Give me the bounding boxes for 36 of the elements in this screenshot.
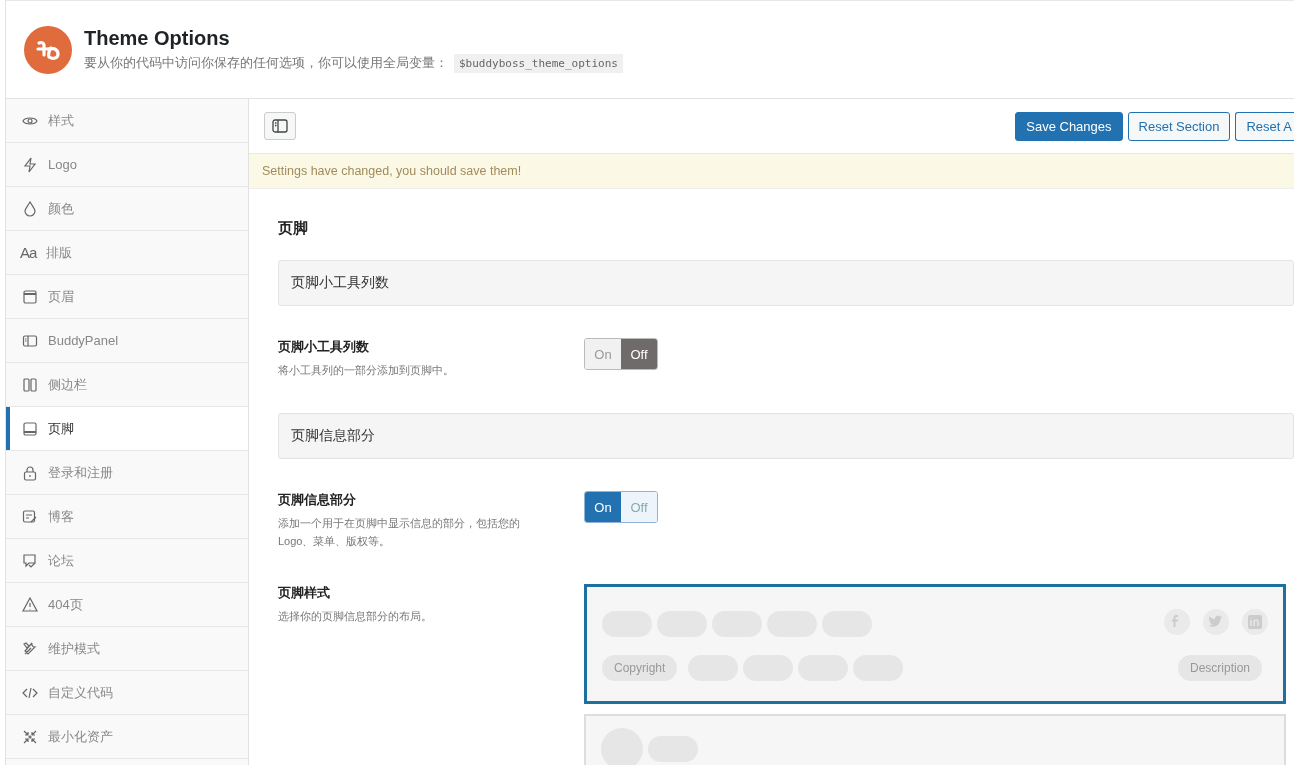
sidebar-item[interactable]: 404页 bbox=[6, 583, 248, 627]
sidebar-item[interactable]: 最小化资产 bbox=[6, 715, 248, 759]
section-heading: 页脚小工具列数 bbox=[278, 260, 1294, 306]
sidebar-item[interactable]: 论坛 bbox=[6, 539, 248, 583]
section-heading: 页脚信息部分 bbox=[278, 413, 1294, 459]
field-description: 选择你的页脚信息部分的布局。 bbox=[278, 609, 433, 624]
sidebar-item[interactable]: Logo bbox=[6, 143, 248, 187]
sidebar-item[interactable]: 自定义代码 bbox=[6, 671, 248, 715]
sidebar-item[interactable]: 页脚 bbox=[6, 407, 248, 451]
field-label: 页脚信息部分 bbox=[278, 491, 357, 509]
sidebar-item[interactable]: Aa 排版 bbox=[6, 231, 248, 275]
sidebar-item[interactable]: 维护模式 bbox=[6, 627, 248, 671]
field-description: 添加一个用于在页脚中显示信息的部分，包括您的Logo、菜单、版权等。 bbox=[278, 516, 521, 549]
code-snippet: $buddyboss_theme_options bbox=[454, 53, 623, 73]
page-description: 要从你的代码中访问你保存的任何选项，你可以使用全局变量： bbox=[84, 54, 448, 72]
action-button[interactable]: Save Changes bbox=[1015, 111, 1123, 141]
sidebar-item[interactable]: BuddyPanel bbox=[6, 319, 248, 363]
page-title: Theme Options bbox=[84, 26, 231, 50]
section-title: 页脚 bbox=[278, 219, 309, 238]
layout-option[interactable]: Copyright Description bbox=[584, 584, 1286, 704]
typography-icon: Aa bbox=[20, 244, 36, 261]
sidebar-item[interactable]: 颜色 bbox=[6, 187, 248, 231]
field-label: 页脚小工具列数 bbox=[278, 338, 370, 356]
action-button[interactable]: Reset Section bbox=[1127, 111, 1231, 141]
notice-bar: Settings have changed, you should save them! bbox=[249, 154, 1294, 189]
sidebar-item[interactable]: 博客 bbox=[6, 495, 248, 539]
on-off-switch[interactable]: On Off bbox=[584, 491, 658, 523]
copyright-placeholder: Copyright bbox=[602, 655, 678, 681]
description-placeholder: Description bbox=[1177, 655, 1262, 681]
on-off-switch[interactable]: On Off bbox=[584, 338, 658, 370]
sidebar-item[interactable]: 登录和注册 bbox=[6, 451, 248, 495]
sidebar-item[interactable]: 样式 bbox=[6, 99, 248, 143]
sidebar-item[interactable]: 页眉 bbox=[6, 275, 248, 319]
field-description: 将小工具列的一部分添加到页脚中。 bbox=[278, 363, 455, 378]
action-button[interactable]: Reset A bbox=[1235, 111, 1294, 141]
field-label: 页脚样式 bbox=[278, 584, 331, 602]
